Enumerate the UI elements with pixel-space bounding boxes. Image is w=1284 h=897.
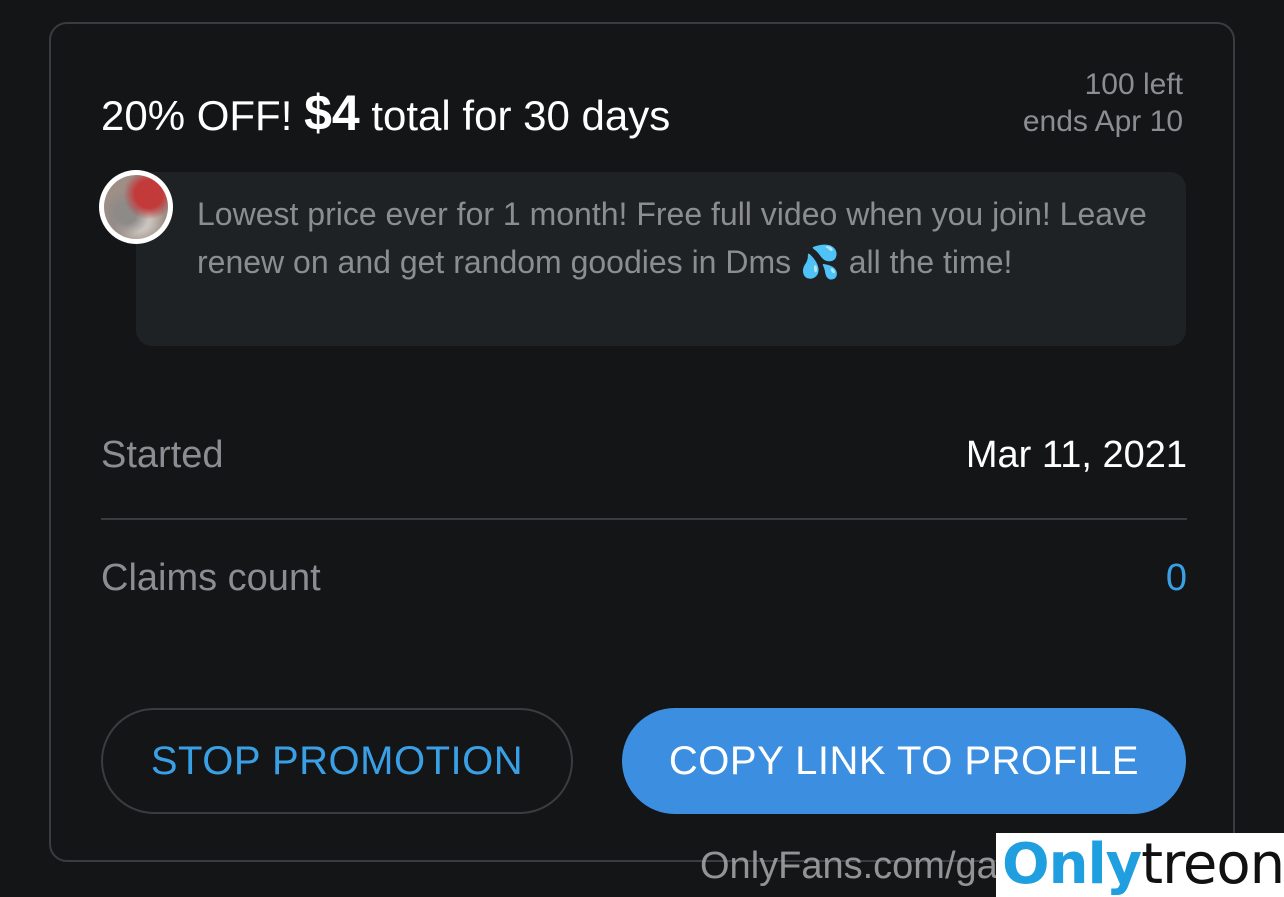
promotion-title: 20% OFF! $4 total for 30 days [101,84,670,142]
started-row: Started Mar 11, 2021 [101,410,1187,500]
promotion-message: Lowest price ever for 1 month! Free full… [136,172,1186,346]
promotion-card: 20% OFF! $4 total for 30 days 100 left e… [49,22,1235,862]
started-value: Mar 11, 2021 [965,433,1187,476]
copy-link-button[interactable]: COPY LINK TO PROFILE [622,708,1186,814]
promotion-meta: 100 left ends Apr 10 [1023,66,1183,140]
url-watermark: OnlyFans.com/ga [700,845,998,887]
brand-watermark: Only treon [996,833,1284,897]
stop-promotion-button[interactable]: STOP PROMOTION [101,708,573,814]
started-label: Started [101,433,224,476]
divider [101,518,1187,520]
claims-label: Claims count [101,556,321,599]
brand-part-1: Only [1002,832,1142,897]
claims-value[interactable]: 0 [1166,557,1187,600]
promotion-end-date: ends Apr 10 [1022,105,1183,138]
promotion-remaining: 100 left [1084,68,1183,101]
promotion-duration: total for 30 days [371,92,671,139]
promotion-discount: 20% OFF! [101,92,293,139]
promotion-price: $4 [304,85,360,141]
avatar[interactable] [99,170,173,244]
brand-part-2: treon [1141,832,1284,897]
avatar-image [104,175,168,239]
claims-row: Claims count 0 [101,533,1187,623]
